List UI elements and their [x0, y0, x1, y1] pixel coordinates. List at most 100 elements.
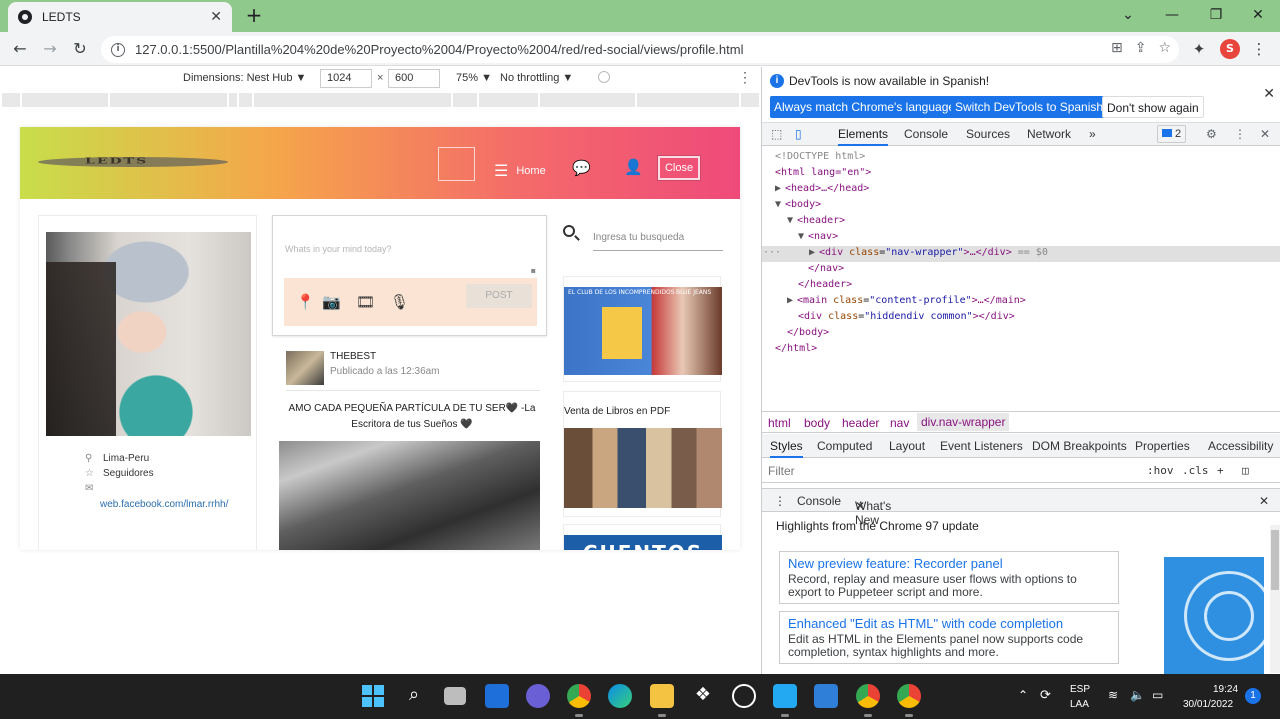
dont-show-again-button[interactable]: Don't show again: [1102, 96, 1204, 118]
maximize-button[interactable]: ❐: [1194, 0, 1238, 32]
battery-icon[interactable]: ▭: [1152, 688, 1163, 702]
close-devtools-icon[interactable]: ✕: [1260, 127, 1270, 141]
drawer-tab-console[interactable]: Console: [797, 494, 841, 508]
profile-avatar[interactable]: S: [1220, 39, 1240, 59]
widgets-icon[interactable]: [485, 684, 509, 708]
tab-dom-breakpoints[interactable]: DOM Breakpoints: [1032, 439, 1127, 453]
share-icon[interactable]: ⇪: [1135, 40, 1147, 56]
notification-badge[interactable]: 1: [1245, 688, 1261, 704]
tab-search-icon[interactable]: ⌄: [1106, 0, 1150, 32]
edge-icon[interactable]: [608, 684, 632, 708]
styles-filter-input[interactable]: Filter: [768, 464, 795, 478]
chrome-menu-icon[interactable]: ⋮: [1246, 36, 1272, 62]
tab-accessibility[interactable]: Accessibility: [1208, 439, 1273, 453]
search-taskbar-icon[interactable]: ⌕: [402, 684, 426, 708]
dom-doctype[interactable]: <!DOCTYPE html>: [775, 149, 865, 165]
post-textarea[interactable]: Whats in your mind today?: [285, 244, 392, 254]
microphone-icon[interactable]: 🎙: [390, 293, 409, 311]
dom-header[interactable]: ▼ <header>: [787, 213, 845, 229]
close-infobar-icon[interactable]: ✕: [1263, 85, 1275, 102]
tab-computed[interactable]: Computed: [817, 439, 872, 453]
sidebar-toggle-icon[interactable]: ◫: [1242, 464, 1249, 477]
crumb-body[interactable]: body: [804, 416, 830, 430]
url-text[interactable]: 127.0.0.1:5500/Plantilla%204%20de%20Proy…: [135, 42, 743, 57]
back-icon[interactable]: ←: [7, 36, 33, 62]
chat-icon[interactable]: 💬: [572, 159, 591, 177]
avatar[interactable]: [286, 351, 324, 385]
dom-head[interactable]: ▶ <head>…</head>: [775, 181, 869, 197]
dom-hiddendiv[interactable]: <div class="hiddendiv common"></div>: [798, 309, 1015, 325]
feed-username[interactable]: THEBEST: [330, 351, 440, 362]
crumb-nav-wrapper[interactable]: div.nav-wrapper: [917, 413, 1010, 431]
tray-chevron-icon[interactable]: ⌃: [1018, 688, 1028, 702]
tab-console[interactable]: Console: [904, 127, 948, 141]
close-window-button[interactable]: ✕: [1236, 0, 1280, 32]
switch-language-button[interactable]: Switch DevTools to Spanish: [951, 96, 1108, 118]
search-icon[interactable]: [563, 225, 575, 237]
camera-icon[interactable]: 📷: [322, 293, 341, 311]
ad-card-3[interactable]: CUENTOS: [563, 524, 722, 550]
drawer-scrollbar[interactable]: [1270, 525, 1280, 673]
volume-icon[interactable]: 🔈: [1130, 688, 1145, 702]
nav-close-button[interactable]: Close: [657, 155, 701, 181]
clock-time[interactable]: 19:24: [1213, 684, 1238, 695]
user-icon[interactable]: 👤: [624, 158, 643, 176]
wifi-icon[interactable]: ≋: [1108, 688, 1118, 702]
dom-nav-wrapper[interactable]: ··· ▶ <div class="nav-wrapper">…</div> == …: [763, 245, 1048, 261]
extensions-icon[interactable]: ✦: [1186, 36, 1212, 62]
lang-primary[interactable]: ESP: [1070, 684, 1090, 695]
settings-gear-icon[interactable]: ⚙: [1206, 127, 1217, 141]
nav-home-link[interactable]: ☰ Home: [494, 161, 546, 181]
profile-photo[interactable]: [46, 232, 251, 436]
site-info-icon[interactable]: i: [111, 42, 125, 57]
browser-tab[interactable]: LEDTS ✕: [8, 2, 232, 32]
new-tab-button[interactable]: +: [242, 4, 266, 28]
device-more-icon[interactable]: ⋮: [738, 69, 752, 86]
device-toggle-icon[interactable]: ▯: [795, 127, 802, 141]
chrome-profile-icon[interactable]: [856, 684, 880, 717]
whats-new-card[interactable]: New preview feature: Recorder panel Reco…: [779, 551, 1119, 604]
crumb-html[interactable]: html: [768, 416, 791, 430]
dom-header-close[interactable]: </header>: [798, 277, 852, 293]
dom-body[interactable]: ▼ <body>: [775, 197, 821, 213]
tab-layout[interactable]: Layout: [889, 439, 925, 453]
forward-icon[interactable]: →: [37, 36, 63, 62]
close-drawer-icon[interactable]: ✕: [1259, 494, 1269, 508]
device-height-input[interactable]: 600: [388, 69, 440, 88]
profile-link[interactable]: web.facebook.com/lmar.rrhh/: [100, 499, 228, 510]
drawer-menu-icon[interactable]: ⋮: [774, 494, 786, 508]
inspect-element-icon[interactable]: ⬚: [771, 127, 782, 141]
whats-new-card[interactable]: Enhanced "Edit as HTML" with code comple…: [779, 611, 1119, 664]
tab-close-icon[interactable]: ✕: [210, 9, 222, 25]
start-icon[interactable]: [361, 684, 385, 708]
translate-icon[interactable]: ⊞: [1111, 40, 1123, 56]
chrome-active-icon[interactable]: [897, 684, 921, 717]
dom-html[interactable]: <html lang="en">: [775, 165, 871, 181]
bookmark-star-icon[interactable]: ☆: [1158, 40, 1171, 56]
device-width-input[interactable]: 1024: [320, 69, 372, 88]
new-rule-icon[interactable]: +: [1217, 464, 1224, 477]
location-icon[interactable]: 📍: [296, 293, 315, 311]
file-explorer-icon[interactable]: [650, 684, 674, 717]
chrome-taskbar-icon[interactable]: [567, 684, 591, 717]
store-icon[interactable]: [732, 684, 756, 708]
more-tabs-icon[interactable]: »: [1089, 127, 1096, 141]
search-input[interactable]: Ingresa tu busqueda: [593, 229, 723, 251]
tab-network[interactable]: Network: [1027, 127, 1071, 141]
tab-event-listeners[interactable]: Event Listeners: [940, 439, 1023, 453]
issues-counter[interactable]: 2: [1157, 125, 1187, 143]
feed-post-image[interactable]: [279, 441, 540, 550]
mail-taskbar-icon[interactable]: [814, 684, 838, 708]
ad-card-1[interactable]: EL CLUB DE LOS INCOMPRENDIDOS BLUE JEANS: [563, 276, 722, 382]
card-title[interactable]: Enhanced "Edit as HTML" with code comple…: [788, 616, 1110, 631]
match-language-button[interactable]: Always match Chrome's language: [770, 96, 960, 118]
task-view-icon[interactable]: [444, 687, 466, 705]
device-dimensions-select[interactable]: Dimensions: Nest Hub ▼: [183, 72, 306, 84]
address-bar[interactable]: i 127.0.0.1:5500/Plantilla%204%20de%20Pr…: [101, 36, 1179, 63]
tab-styles[interactable]: Styles: [770, 439, 803, 458]
media-query-ruler[interactable]: [0, 93, 761, 107]
dom-main[interactable]: ▶ <main class="content-profile">…</main>: [787, 293, 1026, 309]
ad-card-2[interactable]: Venta de Libros en PDF: [563, 391, 722, 517]
tab-sources[interactable]: Sources: [966, 127, 1010, 141]
dom-html-close[interactable]: </html>: [775, 341, 817, 357]
